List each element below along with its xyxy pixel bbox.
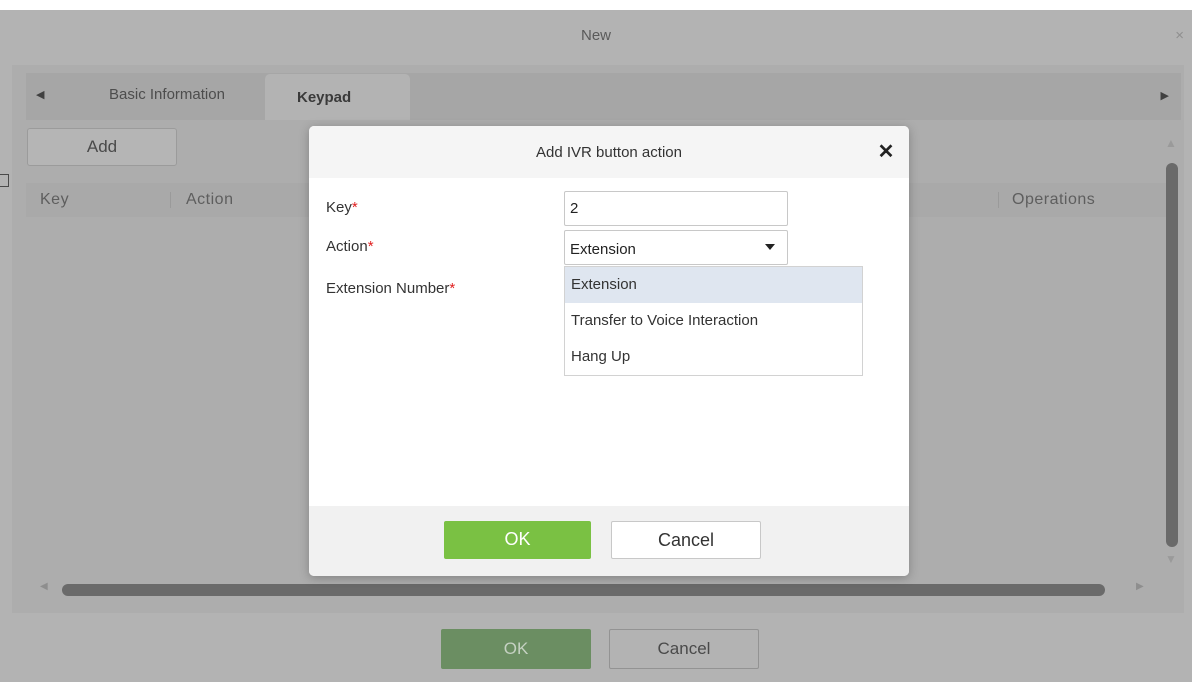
window-close-icon[interactable]: × [1175,10,1184,62]
action-select[interactable]: Extension [564,230,788,265]
dialog-footer: OK Cancel [309,506,909,576]
dropdown-option-extension[interactable]: Extension [565,267,862,303]
left-edge-bracket [0,174,9,187]
column-divider [998,192,999,208]
scroll-down-arrow-icon[interactable]: ▼ [1165,552,1177,566]
action-label-text: Action [326,238,368,255]
extension-number-label-text: Extension Number [326,280,450,297]
key-label-text: Key [326,199,352,216]
required-mark: * [449,280,456,297]
column-header-operations[interactable]: Operations [1012,183,1095,217]
ok-button[interactable]: OK [444,521,591,559]
tab-basic-information[interactable]: Basic Information [69,73,265,120]
window-ok-button[interactable]: OK [441,629,591,669]
add-ivr-action-dialog: Add IVR button action ✕ Key* Action* Ext… [309,126,909,576]
key-input[interactable] [564,191,788,226]
extension-number-label: Extension Number* [326,280,455,297]
action-label: Action* [326,238,374,255]
dropdown-option-hang-up[interactable]: Hang Up [565,339,862,375]
caret-down-icon[interactable] [765,244,775,250]
tab-bar: ◀ Basic Information Keypad ▶ [26,73,1181,120]
scroll-right-arrow-icon[interactable]: ▶ [1136,581,1144,592]
close-icon[interactable]: ✕ [874,140,898,164]
vertical-scrollbar[interactable] [1166,163,1178,547]
action-dropdown-menu: Extension Transfer to Voice Interaction … [564,266,863,376]
tab-next-arrow-icon[interactable]: ▶ [1161,73,1169,120]
add-button[interactable]: Add [27,128,177,166]
required-mark: * [367,238,374,255]
screen: New × ◀ Basic Information Keypad ▶ Add K… [0,0,1192,682]
column-divider [170,192,171,208]
window-cancel-button[interactable]: Cancel [609,629,759,669]
dropdown-option-transfer-to-voice-interaction[interactable]: Transfer to Voice Interaction [565,303,862,339]
scroll-left-arrow-icon[interactable]: ◀ [40,581,48,592]
window-title: New [580,27,611,44]
action-selected-value: Extension [570,241,636,258]
tab-keypad[interactable]: Keypad [265,74,410,120]
dialog-header: Add IVR button action ✕ [309,126,909,178]
required-mark: * [351,199,358,216]
tab-prev-arrow-icon[interactable]: ◀ [36,73,44,120]
column-header-key[interactable]: Key [40,183,69,217]
horizontal-scrollbar[interactable] [62,584,1105,596]
key-label: Key* [326,199,358,216]
dialog-title: Add IVR button action [536,144,682,161]
cancel-button[interactable]: Cancel [611,521,761,559]
scroll-up-arrow-icon[interactable]: ▲ [1165,136,1177,150]
column-header-action[interactable]: Action [186,183,233,217]
